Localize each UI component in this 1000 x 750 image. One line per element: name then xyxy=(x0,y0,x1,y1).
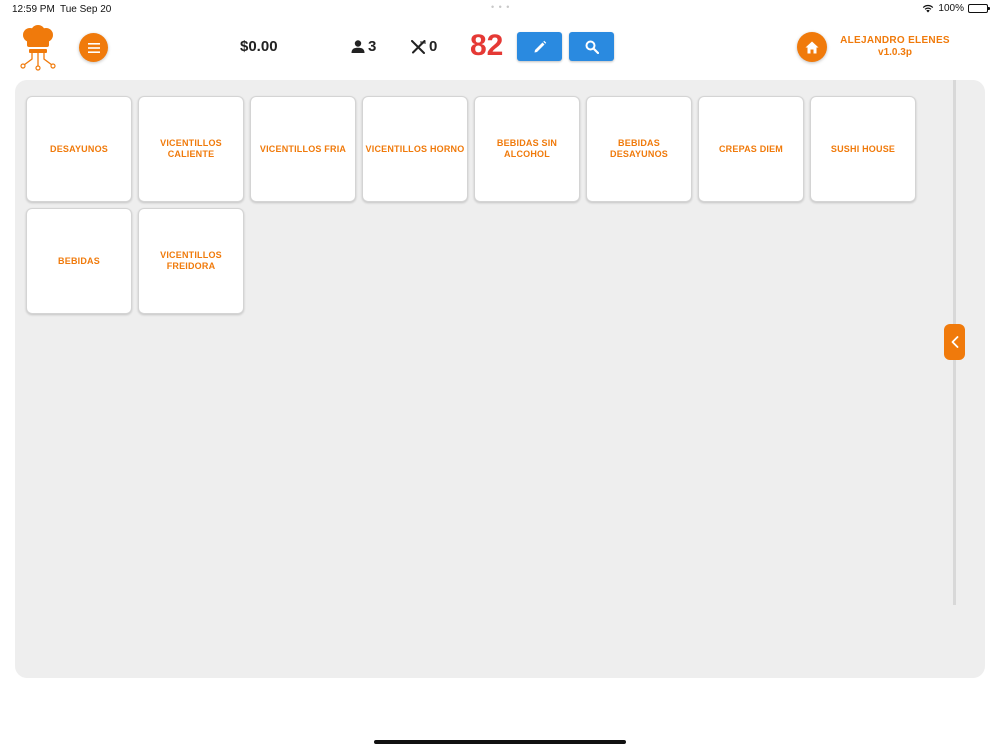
user-info: ALEJANDRO ELENES v1.0.3p xyxy=(836,35,954,58)
multitasking-dots-icon[interactable]: • • • xyxy=(491,2,510,12)
category-tile-bebidas[interactable]: BEBIDAS xyxy=(26,208,132,314)
category-grid: DESAYUNOS VICENTILLOS CALIENTE VICENTILL… xyxy=(26,96,916,314)
guests-counter[interactable]: 3 xyxy=(351,38,376,55)
status-time: 12:59 PM xyxy=(12,4,55,15)
category-label: VICENTILLOS FRIA xyxy=(259,143,347,154)
status-indicators: 100% xyxy=(922,3,990,14)
orders-count: 0 xyxy=(429,38,438,55)
hamburger-icon xyxy=(87,42,100,53)
home-indicator[interactable] xyxy=(374,740,626,744)
wifi-icon xyxy=(923,4,934,13)
category-label: VICENTILLOS HORNO xyxy=(365,143,465,154)
category-label: BEBIDAS xyxy=(58,255,100,266)
menu-button[interactable] xyxy=(79,33,108,62)
category-label: DESAYUNOS xyxy=(50,143,108,154)
guests-count: 3 xyxy=(368,38,377,55)
category-tile-crepas-diem[interactable]: CREPAS DIEM xyxy=(698,96,804,202)
category-tile-bebidas-sin-alcohol[interactable]: BEBIDAS SIN ALCOHOL xyxy=(474,96,580,202)
collapse-panel-button[interactable] xyxy=(944,324,965,360)
edit-button[interactable] xyxy=(517,32,562,61)
category-tile-vicentillos-fria[interactable]: VICENTILLOS FRIA xyxy=(250,96,356,202)
utensils-icon xyxy=(411,39,426,54)
orders-counter[interactable]: 0 xyxy=(411,38,437,55)
pencil-icon xyxy=(534,40,546,52)
battery-icon xyxy=(968,4,990,13)
user-name: ALEJANDRO ELENES xyxy=(840,35,950,46)
category-tile-sushi-house[interactable]: SUSHI HOUSE xyxy=(810,96,916,202)
search-button[interactable] xyxy=(569,32,614,61)
category-label: VICENTILLOS CALIENTE xyxy=(160,138,222,159)
order-total: $0.00 xyxy=(240,38,278,55)
chevron-left-icon xyxy=(951,336,958,348)
category-panel: DESAYUNOS VICENTILLOS CALIENTE VICENTILL… xyxy=(15,80,985,678)
person-icon xyxy=(351,40,365,53)
category-label: CREPAS DIEM xyxy=(718,143,784,154)
category-tile-vicentillos-horno[interactable]: VICENTILLOS HORNO xyxy=(362,96,468,202)
category-label: BEBIDAS SIN ALCOHOL xyxy=(496,138,558,159)
home-button[interactable] xyxy=(797,32,827,62)
status-bar: 12:59 PM Tue Sep 20 • • • 100% xyxy=(0,0,1000,18)
table-number: 82 xyxy=(470,29,504,62)
search-icon xyxy=(585,40,599,54)
battery-percent: 100% xyxy=(938,3,964,14)
category-label: VICENTILLOS FREIDORA xyxy=(160,250,222,271)
category-label: BEBIDAS DESAYUNOS xyxy=(610,138,668,159)
category-tile-bebidas-desayunos[interactable]: BEBIDAS DESAYUNOS xyxy=(586,96,692,202)
category-tile-vicentillos-freidora[interactable]: VICENTILLOS FREIDORA xyxy=(138,208,244,314)
category-label: SUSHI HOUSE xyxy=(830,143,896,154)
home-icon xyxy=(805,41,819,53)
app-version: v1.0.3p xyxy=(878,47,912,58)
chef-hat-logo-icon[interactable] xyxy=(18,25,58,71)
category-tile-vicentillos-caliente[interactable]: VICENTILLOS CALIENTE xyxy=(138,96,244,202)
category-tile-desayunos[interactable]: DESAYUNOS xyxy=(26,96,132,202)
status-date: Tue Sep 20 xyxy=(60,4,112,15)
